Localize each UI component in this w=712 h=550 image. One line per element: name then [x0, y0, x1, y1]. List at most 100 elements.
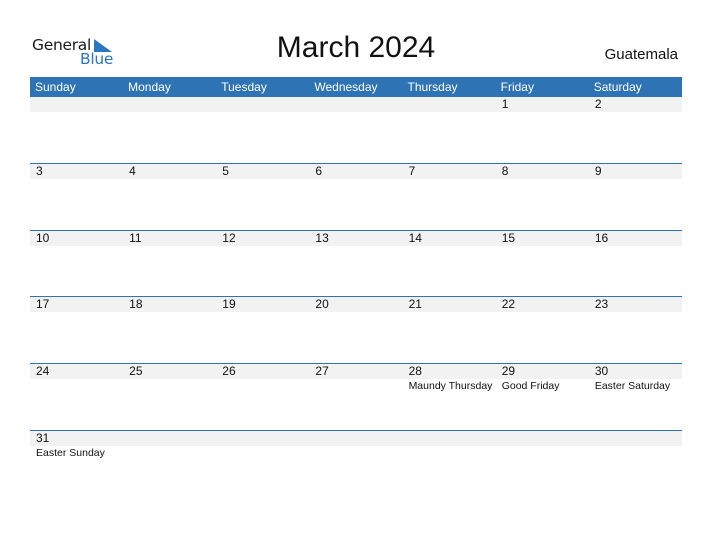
day-cell	[216, 97, 309, 164]
week-row: 10 11 12 13 14 15 16	[30, 230, 682, 298]
day-cell: 4	[123, 164, 216, 231]
day-number: 7	[408, 164, 416, 178]
weekday-friday: Friday	[500, 80, 534, 94]
week-row: 12	[30, 97, 682, 164]
day-cell: 15	[496, 231, 589, 298]
holiday-label: Easter Saturday	[594, 380, 671, 392]
day-cell: 13	[309, 231, 402, 298]
weekday-wednesday: Wednesday	[314, 80, 378, 94]
day-cell: 24	[30, 364, 123, 431]
day-number: 15	[501, 231, 516, 245]
weekday-header: Sunday Monday Tuesday Wednesday Thursday…	[30, 77, 682, 97]
weekday-thursday: Thursday	[407, 80, 458, 94]
day-number	[409, 431, 496, 446]
country-label: Guatemala	[604, 46, 678, 63]
day-cell: 19	[216, 297, 309, 364]
week-row: 31 Easter Sunday	[30, 430, 682, 498]
day-number: 18	[129, 297, 143, 311]
day-number	[315, 97, 402, 112]
weekday-sunday: Sunday	[35, 80, 76, 94]
day-cell: 3	[30, 164, 123, 231]
day-cell	[216, 431, 309, 498]
day-cell: 1	[496, 97, 589, 164]
day-number: 26	[222, 364, 236, 378]
holiday-label: Maundy Thursday	[408, 380, 493, 392]
day-number: 31	[36, 431, 50, 445]
day-number: 22	[501, 297, 516, 311]
holiday-label: Easter Sunday	[36, 447, 105, 459]
day-cell: 22	[496, 297, 589, 364]
day-number	[595, 431, 682, 446]
day-cell: 7	[403, 164, 496, 231]
day-number: 28	[408, 364, 422, 378]
day-number: 19	[222, 297, 236, 311]
week-row: 24 25 26 27 28 Maundy Thursday 29 Good Friday 30…	[30, 363, 682, 431]
day-cell: 11	[123, 231, 216, 298]
day-number: 10	[36, 231, 50, 245]
day-number: 2	[594, 97, 602, 111]
day-number: 30	[594, 364, 609, 378]
day-number: 11	[129, 231, 142, 245]
day-number: 23	[594, 297, 609, 311]
day-cell: 30 Easter Saturday	[589, 364, 682, 431]
day-number: 3	[36, 164, 43, 178]
day-number: 21	[408, 297, 422, 311]
day-cell: 31 Easter Sunday	[30, 431, 123, 498]
day-cell: 20	[309, 297, 402, 364]
day-cell: 21	[403, 297, 496, 364]
day-number	[129, 97, 216, 112]
day-number: 9	[594, 164, 602, 178]
day-cell: 2	[589, 97, 682, 164]
day-number: 4	[129, 164, 136, 178]
day-number: 1	[501, 97, 509, 111]
day-cell	[589, 431, 682, 498]
day-number: 13	[315, 231, 329, 245]
day-number: 17	[36, 297, 50, 311]
day-number: 16	[594, 231, 609, 245]
day-number	[409, 97, 496, 112]
day-number: 12	[222, 231, 236, 245]
day-cell: 25	[123, 364, 216, 431]
day-cell: 29 Good Friday	[496, 364, 589, 431]
day-cell	[123, 97, 216, 164]
day-cell: 5	[216, 164, 309, 231]
day-cell	[403, 97, 496, 164]
day-number	[315, 431, 402, 446]
day-number: 14	[408, 231, 422, 245]
day-cell	[496, 431, 589, 498]
day-cell: 23	[589, 297, 682, 364]
day-cell: 12	[216, 231, 309, 298]
day-cell	[30, 97, 123, 164]
week-row: 17 18 19 20 21 22 23	[30, 296, 682, 364]
day-cell	[123, 431, 216, 498]
day-number	[222, 431, 309, 446]
day-cell: 6	[309, 164, 402, 231]
day-cell: 16	[589, 231, 682, 298]
day-number: 5	[222, 164, 229, 178]
day-cell: 14	[403, 231, 496, 298]
day-number: 6	[315, 164, 323, 178]
day-cell: 9	[589, 164, 682, 231]
day-number: 20	[315, 297, 329, 311]
weekday-saturday: Saturday	[593, 80, 642, 94]
day-number	[36, 97, 123, 112]
day-cell: 28 Maundy Thursday	[403, 364, 496, 431]
day-cell	[309, 97, 402, 164]
day-cell: 17	[30, 297, 123, 364]
day-cell	[309, 431, 402, 498]
day-cell	[403, 431, 496, 498]
weekday-monday: Monday	[128, 80, 171, 94]
day-cell: 8	[496, 164, 589, 231]
day-cell: 18	[123, 297, 216, 364]
day-number	[502, 431, 589, 446]
day-number: 24	[36, 364, 50, 378]
day-number: 29	[501, 364, 516, 378]
day-number	[129, 431, 216, 446]
holiday-label: Good Friday	[501, 380, 560, 392]
day-cell: 26	[216, 364, 309, 431]
day-cell: 27	[309, 364, 402, 431]
day-number	[222, 97, 309, 112]
day-number: 25	[129, 364, 143, 378]
week-row: 3 4 5 6 7 8 9	[30, 163, 682, 231]
weekday-tuesday: Tuesday	[221, 80, 267, 94]
